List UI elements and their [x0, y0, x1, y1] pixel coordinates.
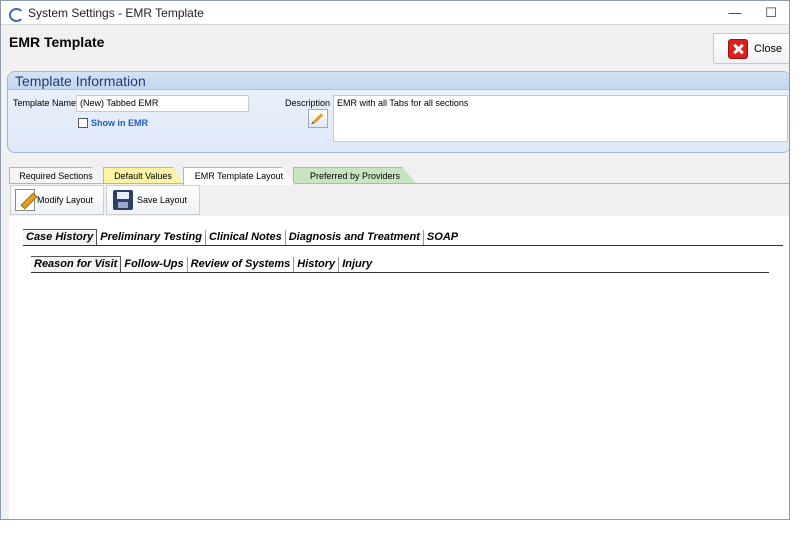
close-icon: [728, 38, 748, 59]
subsection-tabs: Reason for Visit Follow-Ups Review of Sy…: [31, 256, 375, 272]
section-tab-case-history[interactable]: Case History: [23, 229, 98, 245]
save-layout-label: Save Layout: [137, 195, 188, 205]
section-tabs-underline: [23, 245, 783, 246]
section-tab-diagnosis-and-treatment[interactable]: Diagnosis and Treatment: [284, 230, 423, 245]
template-name-label: Template Name: [13, 98, 77, 108]
section-tab-clinical-notes[interactable]: Clinical Notes: [204, 230, 285, 245]
section-tabs: Case History Preliminary Testing Clinica…: [23, 229, 461, 245]
section-tab-preliminary-testing[interactable]: Preliminary Testing: [97, 230, 205, 245]
template-information-group: Template Information Template Name (New)…: [7, 71, 789, 153]
edit-description-button[interactable]: [308, 109, 328, 128]
tab-emr-template-layout[interactable]: EMR Template Layout: [183, 167, 295, 185]
modify-layout-label: Modify Layout: [37, 195, 94, 205]
pencil-icon: [312, 113, 324, 124]
show-in-emr-label[interactable]: Show in EMR: [91, 118, 148, 128]
page-header: EMR Template Close: [1, 25, 789, 69]
subsection-tab-follow-ups[interactable]: Follow-Ups: [121, 257, 186, 272]
minimize-button[interactable]: —: [717, 1, 753, 25]
window-controls: — ☐: [717, 1, 789, 25]
tab-default-values[interactable]: Default Values: [103, 167, 183, 184]
tab-required-sections[interactable]: Required Sections: [9, 167, 103, 184]
save-layout-button[interactable]: Save Layout: [106, 185, 200, 215]
emr-template-window: System Settings - EMR Template — ☐ EMR T…: [0, 0, 790, 520]
subsection-tab-history[interactable]: History: [293, 257, 338, 272]
modify-layout-button[interactable]: Modify Layout: [10, 185, 104, 215]
subsection-tab-reason-for-visit[interactable]: Reason for Visit: [31, 256, 122, 272]
group-heading: Template Information: [8, 72, 789, 90]
window-title: System Settings - EMR Template: [28, 5, 204, 20]
description-label: Description: [285, 98, 331, 108]
close-button[interactable]: Close: [713, 33, 789, 64]
tab-preferred-by-providers[interactable]: Preferred by Providers: [293, 167, 417, 184]
subsection-tab-injury[interactable]: Injury: [338, 257, 375, 272]
floppy-disk-icon: [113, 190, 133, 210]
edit-document-icon: [15, 189, 35, 211]
layout-toolbar: Modify Layout Save Layout: [9, 184, 789, 216]
section-tab-soap[interactable]: SOAP: [422, 230, 461, 245]
title-bar: System Settings - EMR Template — ☐: [1, 1, 789, 25]
subsection-tab-review-of-systems[interactable]: Review of Systems: [186, 257, 294, 272]
subsection-tabs-underline: [31, 272, 769, 273]
close-label: Close: [754, 42, 783, 55]
page-title: EMR Template: [9, 34, 105, 50]
template-name-input[interactable]: (New) Tabbed EMR: [76, 95, 249, 112]
app-logo-icon: [8, 6, 24, 22]
show-in-emr-checkbox[interactable]: [78, 118, 88, 128]
maximize-button[interactable]: ☐: [753, 1, 789, 25]
description-textarea[interactable]: EMR with all Tabs for all sections: [333, 95, 788, 142]
layout-canvas: Case History Preliminary Testing Clinica…: [9, 216, 789, 519]
main-tabs: Required Sections Default Values EMR Tem…: [9, 167, 789, 185]
